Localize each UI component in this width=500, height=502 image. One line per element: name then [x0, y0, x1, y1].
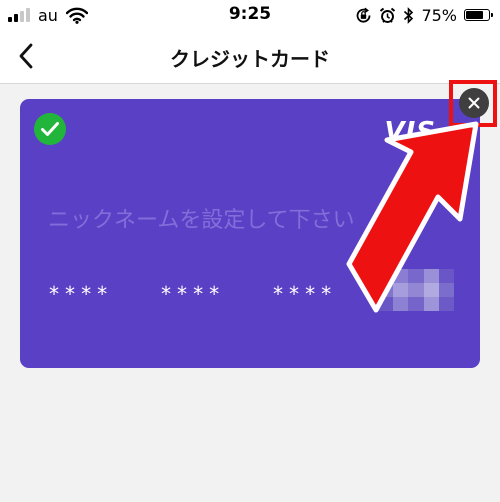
chevron-left-icon: [19, 43, 33, 69]
orientation-lock-icon: [357, 7, 371, 23]
screen: au 9:25 75% クレジットカード VIS ニックネームを設定して下さい …: [0, 0, 500, 502]
page-title: クレジットカード: [170, 47, 330, 71]
bluetooth-icon: [404, 6, 414, 24]
battery-percent: 75%: [421, 5, 457, 25]
alarm-icon: [380, 7, 396, 23]
card-number-group-1: ****: [48, 282, 113, 306]
carrier-label: au: [38, 5, 58, 25]
credit-card[interactable]: VIS ニックネームを設定して下さい **** **** ****: [20, 99, 480, 368]
status-right: 75%: [355, 5, 493, 25]
card-number-group-3: ****: [272, 282, 337, 306]
status-left: au: [8, 5, 88, 25]
nickname-field[interactable]: ニックネームを設定して下さい: [48, 202, 468, 234]
delete-card-button[interactable]: [459, 88, 489, 118]
battery-icon: [464, 9, 493, 21]
nav-bar: クレジットカード: [0, 30, 500, 84]
close-icon: [468, 97, 480, 109]
wifi-icon: [65, 7, 88, 24]
card-number-group-2: ****: [160, 282, 225, 306]
signal-icon: [8, 8, 30, 22]
checkmark-icon: [34, 113, 66, 145]
battery-fill: [466, 11, 483, 19]
status-bar: au 9:25 75%: [0, 0, 500, 30]
back-button[interactable]: [8, 38, 44, 74]
card-brand-logo: VIS: [384, 117, 436, 147]
card-number-last-digits-blurred: [378, 269, 454, 311]
